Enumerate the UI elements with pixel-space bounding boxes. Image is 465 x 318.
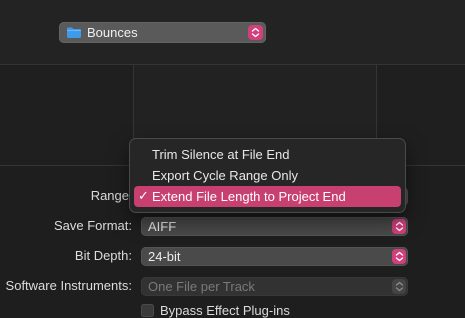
save-format-value: AIFF <box>148 219 177 234</box>
bypass-effect-checkbox[interactable] <box>141 304 154 317</box>
bit-depth-label: Bit Depth: <box>74 248 132 263</box>
menu-item-trim-silence[interactable]: Trim Silence at File End <box>134 144 401 165</box>
menu-item-label: Extend File Length to Project End <box>152 189 346 204</box>
menu-item-extend-file-length[interactable]: ✓ Extend File Length to Project End <box>134 186 401 207</box>
bit-depth-popup[interactable]: 24-bit <box>141 247 408 266</box>
bit-depth-value: 24-bit <box>148 249 181 264</box>
location-label: Bounces <box>87 25 138 40</box>
location-popup[interactable]: Bounces <box>59 22 266 43</box>
range-menu: Trim Silence at File End Export Cycle Ra… <box>130 139 405 212</box>
range-label: Range <box>90 188 129 203</box>
popup-stepper-icon <box>392 219 406 234</box>
save-format-label: Save Format: <box>53 218 132 233</box>
save-format-popup[interactable]: AIFF <box>141 217 408 236</box>
popup-stepper-icon <box>392 249 406 264</box>
menu-item-export-cycle[interactable]: Export Cycle Range Only <box>134 165 401 186</box>
menu-item-label: Trim Silence at File End <box>152 147 290 162</box>
software-instruments-popup[interactable]: One File per Track <box>141 277 408 296</box>
popup-stepper-icon <box>248 25 263 40</box>
software-instruments-label: Software Instruments: <box>5 278 132 293</box>
software-instruments-value: One File per Track <box>148 279 255 294</box>
popup-stepper-icon <box>392 279 406 294</box>
folder-icon <box>67 27 81 38</box>
menu-item-label: Export Cycle Range Only <box>152 168 298 183</box>
checkmark-icon: ✓ <box>138 188 149 203</box>
location-bar: Bounces <box>0 0 465 65</box>
